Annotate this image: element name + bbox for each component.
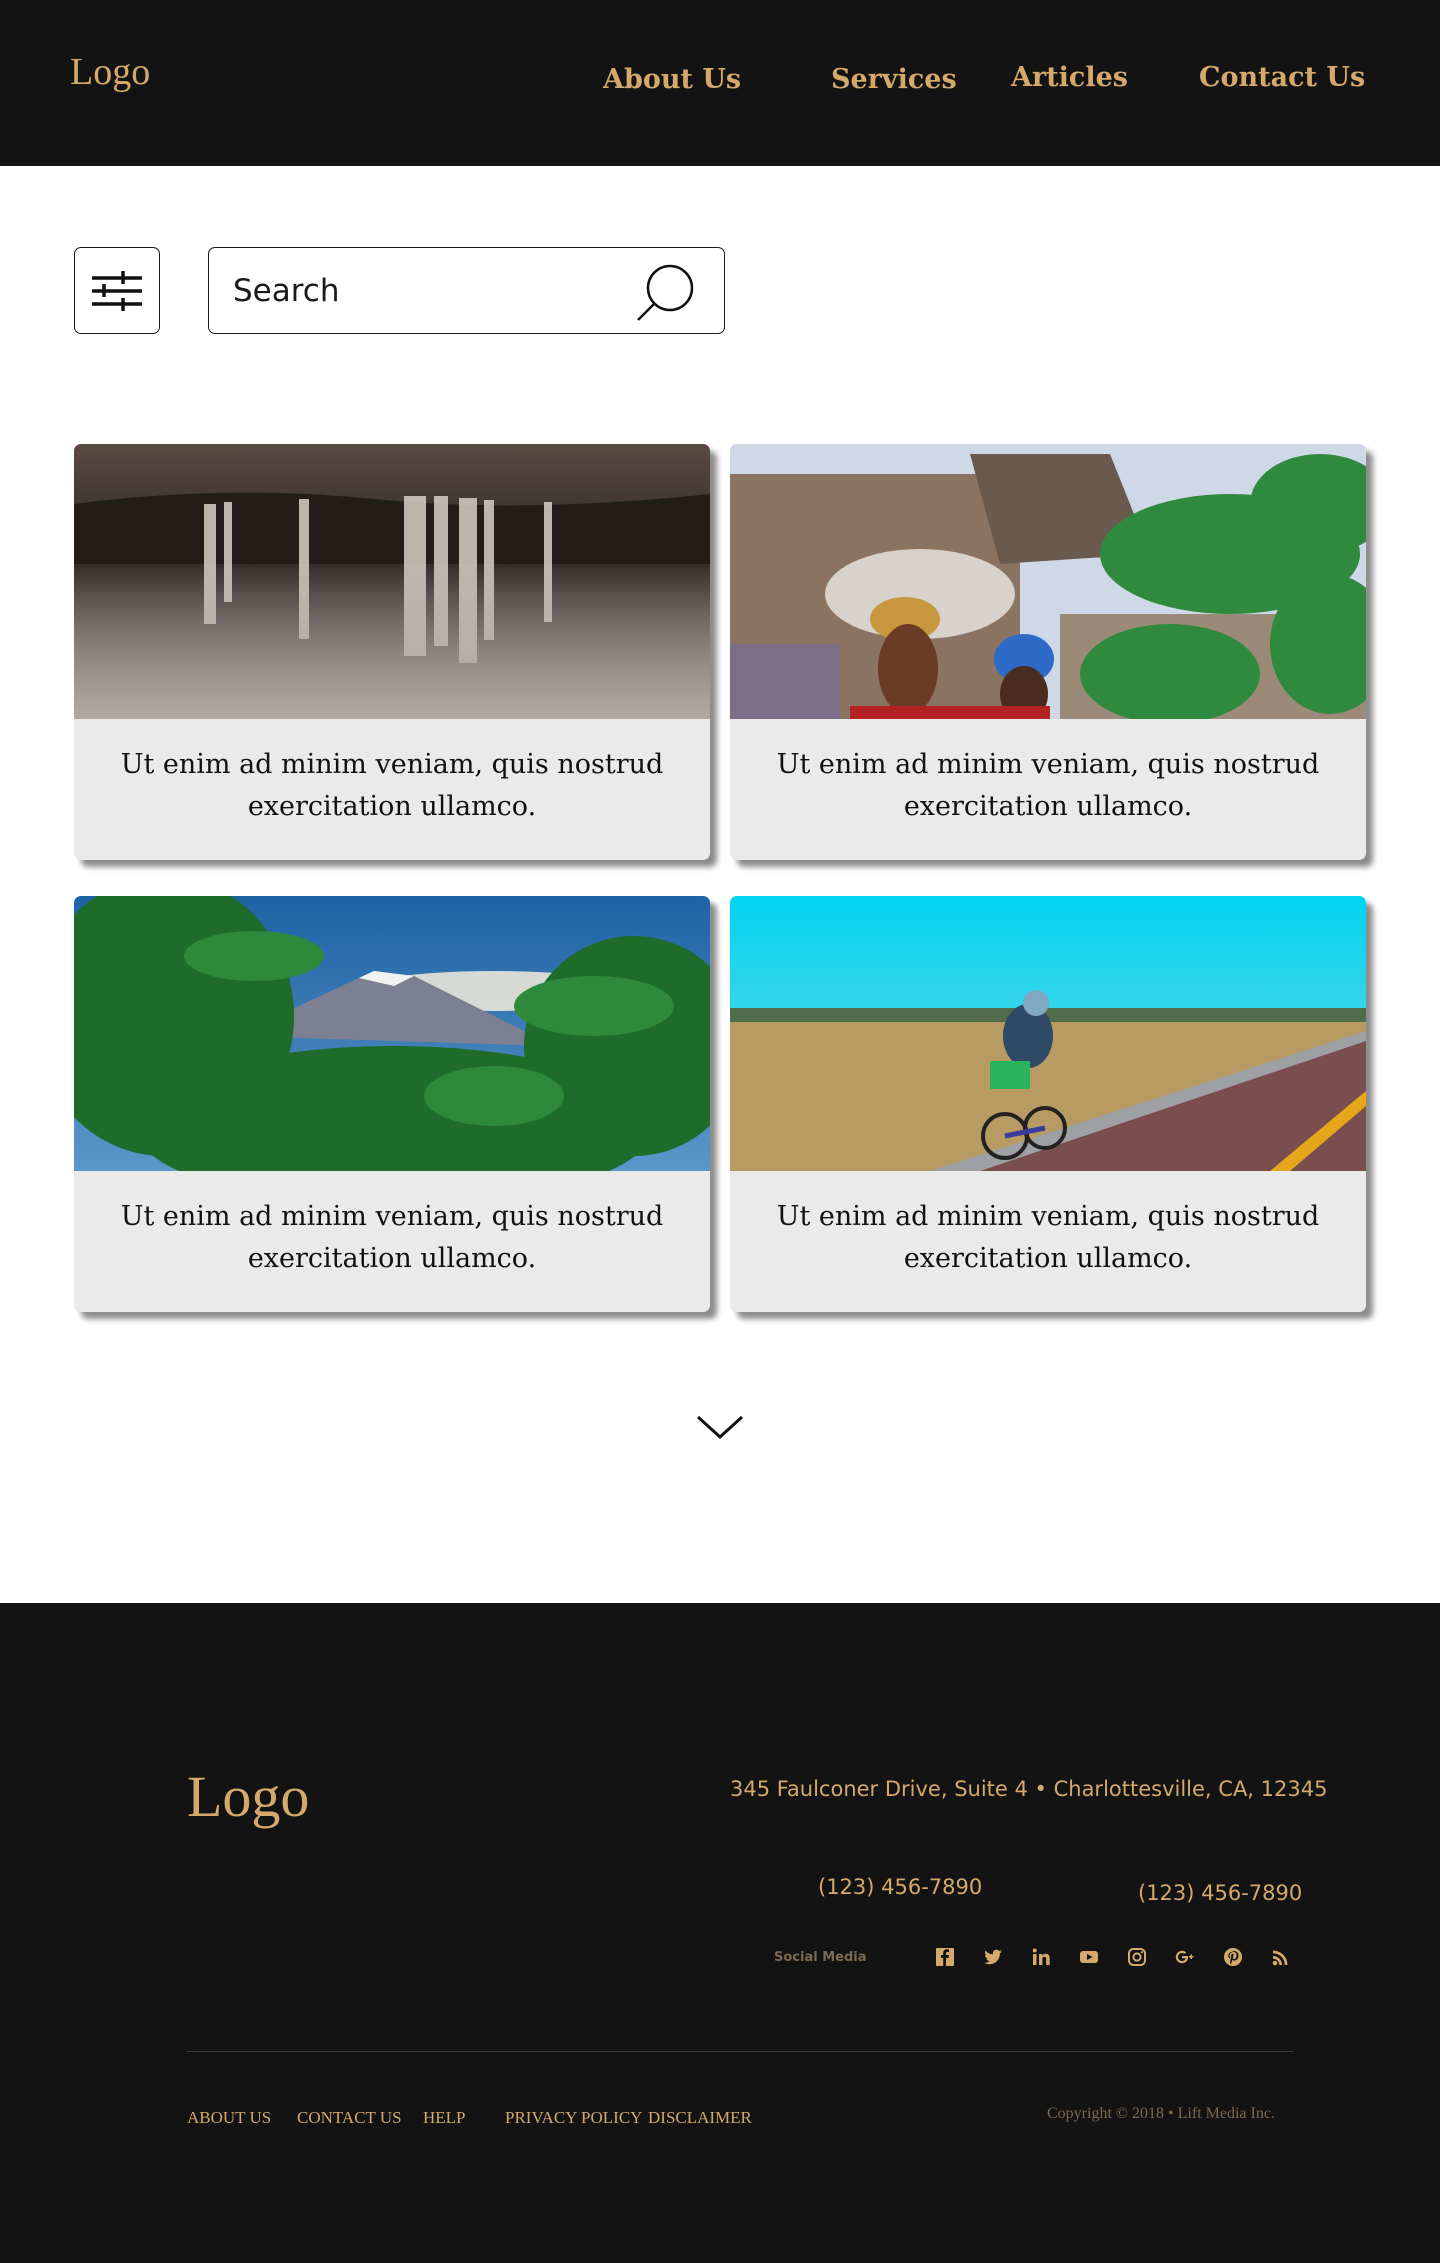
- sliders-icon: [92, 270, 142, 311]
- footer-phone[interactable]: (123) 456-7890: [818, 1875, 982, 1899]
- rss-icon[interactable]: [1270, 1946, 1292, 1968]
- header-logo[interactable]: Logo: [70, 50, 150, 94]
- twitter-icon[interactable]: [982, 1946, 1004, 1968]
- google-plus-icon[interactable]: [1174, 1946, 1196, 1968]
- nav-services[interactable]: Services: [831, 64, 957, 95]
- site-footer: Logo 345 Faulconer Drive, Suite 4 • Char…: [0, 1603, 1440, 2263]
- article-card[interactable]: Ut enim ad minim veniam, quis nostrud ex…: [730, 896, 1366, 1312]
- social-media-label: Social Media: [774, 1950, 867, 1965]
- mountain-banana-trees-photo: [74, 896, 710, 1171]
- search-box: [208, 247, 725, 334]
- site-header: Logo About Us Services Articles Contact …: [0, 0, 1440, 166]
- footer-link-disclaimer[interactable]: DISCLAIMER: [648, 2108, 752, 2128]
- filter-button[interactable]: [74, 247, 160, 334]
- linkedin-icon[interactable]: [1030, 1946, 1052, 1968]
- article-card[interactable]: Ut enim ad minim veniam, quis nostrud ex…: [74, 444, 710, 860]
- search-icon[interactable]: [634, 262, 696, 324]
- footer-divider: [187, 2051, 1293, 2052]
- women-village-photo: [730, 444, 1366, 719]
- search-input[interactable]: [233, 268, 613, 314]
- facebook-icon[interactable]: [934, 1946, 956, 1968]
- card-text: Ut enim ad minim veniam, quis nostrud ex…: [120, 749, 664, 822]
- footer-link-help[interactable]: HELP: [423, 2108, 466, 2128]
- chevron-down-icon[interactable]: [690, 1405, 750, 1445]
- instagram-icon[interactable]: [1126, 1946, 1148, 1968]
- footer-link-privacy-policy[interactable]: PRIVACY POLICY: [505, 2108, 642, 2128]
- article-card[interactable]: Ut enim ad minim veniam, quis nostrud ex…: [74, 896, 710, 1312]
- copyright: Copyright © 2018 • Lift Media Inc.: [1047, 2105, 1275, 2122]
- card-text: Ut enim ad minim veniam, quis nostrud ex…: [776, 1201, 1320, 1274]
- youtube-icon[interactable]: [1078, 1946, 1100, 1968]
- footer-logo[interactable]: Logo: [187, 1763, 309, 1830]
- waterfall-photo: [74, 444, 710, 719]
- article-card[interactable]: Ut enim ad minim veniam, quis nostrud ex…: [730, 444, 1366, 860]
- footer-phone[interactable]: (123) 456-7890: [1138, 1881, 1302, 1905]
- footer-address: 345 Faulconer Drive, Suite 4 • Charlotte…: [730, 1777, 1328, 1801]
- footer-link-contact-us[interactable]: CONTACT US: [297, 2108, 402, 2128]
- card-text: Ut enim ad minim veniam, quis nostrud ex…: [120, 1201, 664, 1274]
- nav-about-us[interactable]: About Us: [603, 64, 741, 95]
- card-text: Ut enim ad minim veniam, quis nostrud ex…: [776, 749, 1320, 822]
- nav-articles[interactable]: Articles: [1011, 62, 1128, 93]
- pinterest-icon[interactable]: [1222, 1946, 1244, 1968]
- cyclist-road-photo: [730, 896, 1366, 1171]
- footer-link-about-us[interactable]: ABOUT US: [187, 2108, 271, 2128]
- nav-contact-us[interactable]: Contact Us: [1199, 62, 1365, 93]
